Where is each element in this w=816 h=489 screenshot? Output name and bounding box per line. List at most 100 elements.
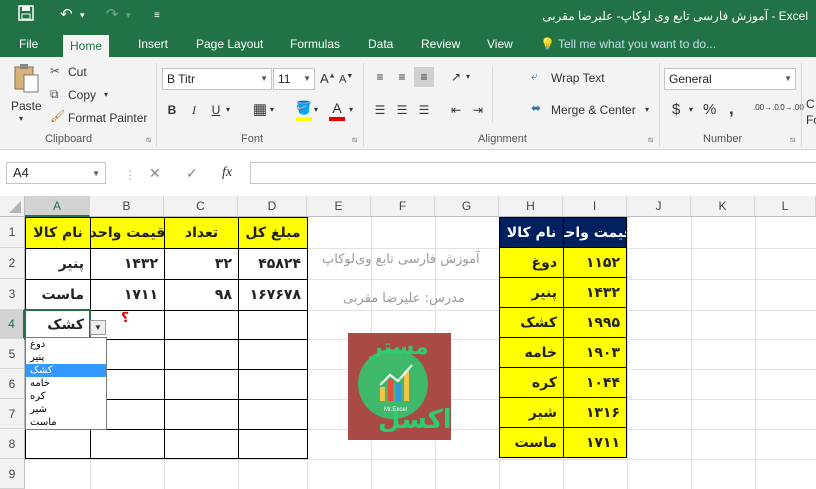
increase-indent-icon[interactable]: ⇥: [468, 100, 488, 120]
column-header[interactable]: I: [563, 196, 627, 217]
borders-dropdown-icon[interactable]: ▾: [270, 105, 274, 114]
clipboard-launcher-icon[interactable]: ⧅: [146, 135, 151, 145]
table1-cell[interactable]: [238, 399, 308, 430]
tab-page-layout[interactable]: Page Layout: [196, 32, 263, 57]
cut-icon[interactable]: ✂: [50, 64, 60, 78]
table1-cell[interactable]: [164, 339, 239, 370]
table1-cell[interactable]: ۹۸: [164, 279, 239, 311]
table2-cell[interactable]: ۱۴۳۲: [563, 277, 627, 308]
paste-button[interactable]: Paste: [11, 99, 42, 113]
column-header[interactable]: B: [90, 196, 164, 217]
fill-color-icon[interactable]: 🪣: [294, 98, 314, 118]
tab-review[interactable]: Review: [421, 32, 460, 57]
table2-header-cell[interactable]: قیمت واحد: [563, 217, 627, 248]
column-header[interactable]: G: [435, 196, 499, 217]
table1-header-cell[interactable]: قیمت واحد: [90, 217, 165, 249]
dropdown-option[interactable]: ماست: [26, 416, 106, 429]
increase-font-icon[interactable]: A▲: [320, 71, 336, 86]
dropdown-option-selected[interactable]: کشک: [26, 364, 106, 377]
table2-cell[interactable]: ۱۷۱۱: [563, 427, 627, 458]
dropdown-option[interactable]: کره: [26, 390, 106, 403]
table2-cell[interactable]: خامه: [499, 337, 564, 368]
currency-dropdown-icon[interactable]: ▾: [689, 105, 693, 114]
align-middle-icon[interactable]: ≡: [392, 67, 412, 87]
copy-icon[interactable]: ⧉: [50, 87, 59, 102]
alignment-launcher-icon[interactable]: ⧅: [648, 135, 653, 145]
row-header[interactable]: 4: [0, 310, 25, 339]
percent-button[interactable]: %: [703, 101, 716, 118]
decrease-font-icon[interactable]: A▼: [339, 73, 353, 86]
validation-dropdown-list[interactable]: دوغ پنیر کشک خامه کره شیر ماست: [25, 337, 107, 430]
table1-cell[interactable]: [164, 429, 239, 459]
fill-color-dropdown-icon[interactable]: ▾: [314, 105, 318, 114]
row-header[interactable]: 9: [0, 459, 25, 489]
row-header[interactable]: 8: [0, 429, 25, 459]
paste-dropdown-icon[interactable]: ▾: [19, 114, 23, 123]
tell-me-input[interactable]: Tell me what you want to do...: [558, 32, 716, 57]
underline-button[interactable]: U: [206, 100, 226, 120]
dropdown-option[interactable]: شیر: [26, 403, 106, 416]
row-header[interactable]: 3: [0, 279, 25, 310]
decrease-indent-icon[interactable]: ⇤: [446, 100, 466, 120]
undo-icon[interactable]: ↶: [60, 5, 73, 23]
table1-cell[interactable]: [164, 310, 239, 340]
tab-home[interactable]: Home: [63, 35, 110, 57]
table2-cell[interactable]: دوغ: [499, 247, 564, 278]
align-center-icon[interactable]: ☰: [392, 100, 412, 120]
table2-cell[interactable]: ۱۳۱۶: [563, 397, 627, 428]
table1-header-cell[interactable]: نام کالا: [25, 217, 91, 249]
merge-dropdown-icon[interactable]: ▾: [645, 105, 649, 114]
function-icon[interactable]: fx: [222, 162, 232, 184]
table1-cell[interactable]: ۱۶۷۶۷۸: [238, 279, 308, 311]
wrap-text-button[interactable]: Wrap Text: [551, 71, 605, 85]
column-header[interactable]: J: [627, 196, 691, 217]
table1-cell[interactable]: [238, 429, 308, 459]
tab-insert[interactable]: Insert: [138, 32, 168, 57]
column-header[interactable]: E: [307, 196, 371, 217]
save-icon[interactable]: [18, 5, 34, 25]
table1-cell[interactable]: [164, 399, 239, 430]
table1-cell[interactable]: [90, 429, 165, 459]
copy-dropdown-icon[interactable]: ▾: [104, 90, 108, 99]
redo-icon[interactable]: ↷: [106, 5, 119, 23]
table1-cell[interactable]: ۴۵۸۲۴: [238, 248, 308, 280]
currency-button[interactable]: $: [672, 101, 680, 118]
table1-cell[interactable]: [238, 339, 308, 370]
dropdown-option[interactable]: خامه: [26, 377, 106, 390]
font-launcher-icon[interactable]: ⧅: [352, 135, 357, 145]
font-size-select[interactable]: 11 ▼: [273, 68, 315, 90]
comma-button[interactable]: ,: [729, 99, 734, 119]
merge-center-icon[interactable]: ⬌: [531, 101, 541, 115]
row-header[interactable]: 1: [0, 217, 25, 248]
decrease-decimal-button[interactable]: .0→.00: [778, 103, 804, 112]
table2-cell[interactable]: کره: [499, 367, 564, 398]
number-format-select[interactable]: General ▼: [664, 68, 796, 90]
font-color-dropdown-icon[interactable]: ▾: [349, 105, 353, 114]
table1-cell[interactable]: پنیر: [25, 248, 91, 280]
align-left-icon[interactable]: ☰: [370, 100, 390, 120]
font-name-select[interactable]: B Titr ▼: [162, 68, 272, 90]
table2-cell[interactable]: شیر: [499, 397, 564, 428]
tab-data[interactable]: Data: [368, 32, 393, 57]
bold-button[interactable]: B: [162, 100, 182, 120]
underline-dropdown-icon[interactable]: ▾: [226, 105, 230, 114]
merge-center-button[interactable]: Merge & Center: [551, 103, 636, 117]
table2-cell[interactable]: ۱۹۹۵: [563, 307, 627, 338]
table2-header-cell[interactable]: نام کالا: [499, 217, 564, 248]
orientation-icon[interactable]: ↗: [446, 67, 466, 87]
conditional-formatting-cut-label-2[interactable]: Fo: [806, 113, 816, 127]
column-header[interactable]: D: [238, 196, 307, 217]
italic-button[interactable]: I: [184, 100, 204, 120]
dropdown-option[interactable]: دوغ: [26, 338, 106, 351]
cut-button[interactable]: Cut: [68, 65, 87, 79]
table2-cell[interactable]: ۱۰۴۴: [563, 367, 627, 398]
row-header[interactable]: 5: [0, 339, 25, 369]
borders-icon[interactable]: ▦: [250, 100, 270, 120]
column-header[interactable]: F: [371, 196, 435, 217]
orientation-dropdown-icon[interactable]: ▾: [466, 72, 470, 81]
customize-icon[interactable]: ≡: [154, 10, 160, 21]
mr-excel-logo[interactable]: مستر اکسل Mr.Excel: [348, 333, 452, 440]
row-header[interactable]: 6: [0, 369, 25, 399]
undo-dropdown-icon[interactable]: ▾: [80, 10, 85, 21]
table2-cell[interactable]: ۱۹۰۳: [563, 337, 627, 368]
